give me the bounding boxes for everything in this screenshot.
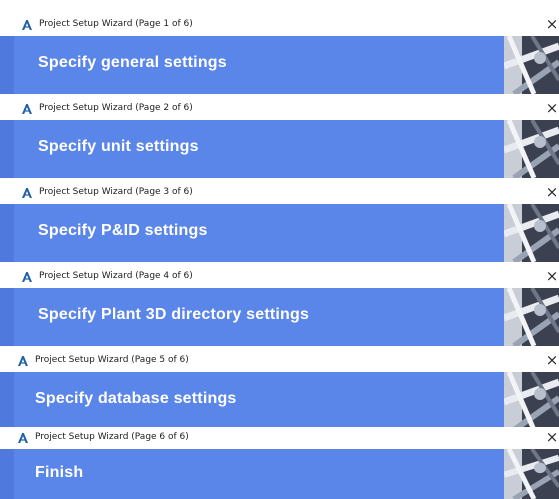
window-title: Project Setup Wizard (Page 4 of 6) (39, 271, 193, 281)
banner-edge (0, 120, 14, 178)
wizard-page-6: Project Setup Wizard (Page 6 of 6) × Fin… (0, 427, 559, 499)
header-banner: Specify database settings (0, 372, 559, 430)
pipe-illustration-icon (504, 288, 559, 346)
header-banner: Finish (0, 449, 559, 499)
wizard-page-3: Project Setup Wizard (Page 3 of 6) × Spe… (0, 182, 559, 262)
page-heading: Specify general settings (38, 54, 227, 71)
pipe-illustration-icon (504, 204, 559, 262)
page-heading: Specify database settings (35, 390, 237, 407)
autodesk-a-icon (22, 20, 32, 30)
banner-edge (0, 36, 14, 94)
title-bar: Project Setup Wizard (Page 6 of 6) × (0, 427, 559, 449)
title-bar: Project Setup Wizard (Page 4 of 6) × (0, 266, 559, 288)
close-icon[interactable]: × (545, 430, 559, 445)
pipe-illustration-icon (504, 36, 559, 94)
banner-edge (0, 372, 14, 430)
pipe-illustration-icon (504, 372, 559, 430)
autodesk-a-icon (22, 272, 32, 282)
window-title: Project Setup Wizard (Page 6 of 6) (35, 432, 189, 442)
title-bar: Project Setup Wizard (Page 3 of 6) × (0, 182, 559, 204)
pipe-illustration-icon (504, 120, 559, 178)
close-icon[interactable]: × (545, 17, 559, 32)
title-bar: Project Setup Wizard (Page 1 of 6) × (0, 14, 559, 36)
page-heading: Specify P&ID settings (38, 222, 208, 239)
close-icon[interactable]: × (545, 101, 559, 116)
window-title: Project Setup Wizard (Page 3 of 6) (39, 187, 193, 197)
wizard-page-1: Project Setup Wizard (Page 1 of 6) × Spe… (0, 14, 559, 94)
pipe-illustration-icon (504, 449, 559, 499)
title-bar: Project Setup Wizard (Page 5 of 6) × (0, 350, 559, 372)
window-title: Project Setup Wizard (Page 1 of 6) (39, 19, 193, 29)
autodesk-a-icon (22, 188, 32, 198)
header-banner: Specify unit settings (0, 120, 559, 178)
banner-edge (0, 288, 14, 346)
wizard-page-5: Project Setup Wizard (Page 5 of 6) × Spe… (0, 350, 559, 430)
window-title: Project Setup Wizard (Page 5 of 6) (35, 355, 189, 365)
window-title: Project Setup Wizard (Page 2 of 6) (39, 103, 193, 113)
autodesk-a-icon (22, 104, 32, 114)
header-banner: Specify P&ID settings (0, 204, 559, 262)
wizard-page-4: Project Setup Wizard (Page 4 of 6) × Spe… (0, 266, 559, 346)
banner-edge (0, 204, 14, 262)
banner-edge (0, 449, 14, 499)
header-banner: Specify general settings (0, 36, 559, 94)
header-banner: Specify Plant 3D directory settings (0, 288, 559, 346)
close-icon[interactable]: × (545, 269, 559, 284)
wizard-page-2: Project Setup Wizard (Page 2 of 6) × Spe… (0, 98, 559, 178)
page-heading: Finish (35, 464, 84, 481)
close-icon[interactable]: × (545, 185, 559, 200)
close-icon[interactable]: × (545, 353, 559, 368)
page-heading: Specify unit settings (38, 138, 199, 155)
page-heading: Specify Plant 3D directory settings (38, 306, 310, 323)
autodesk-a-icon (18, 356, 28, 366)
title-bar: Project Setup Wizard (Page 2 of 6) × (0, 98, 559, 120)
autodesk-a-icon (18, 433, 28, 443)
